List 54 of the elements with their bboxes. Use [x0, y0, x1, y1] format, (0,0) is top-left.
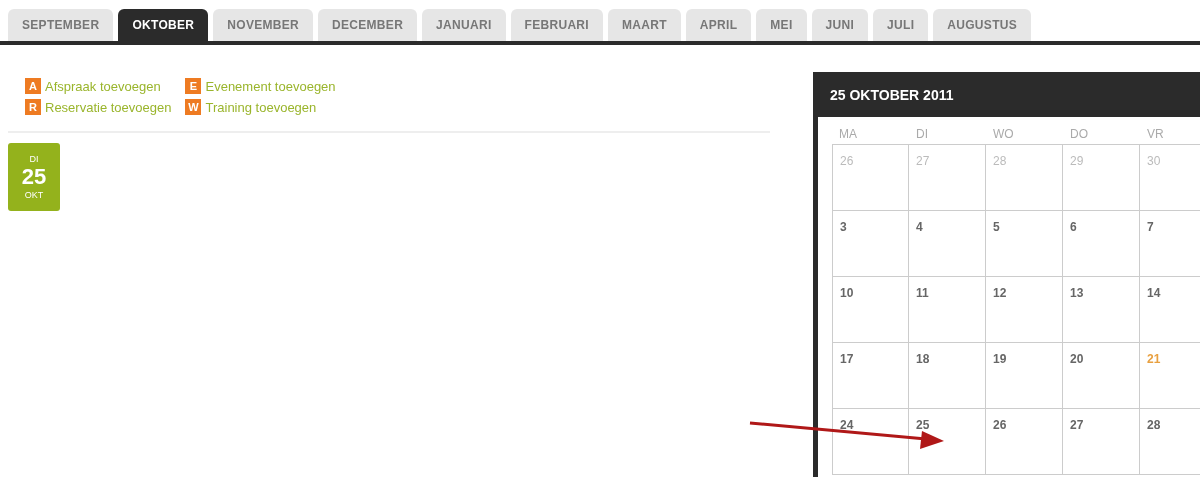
calendar-day[interactable]: 30	[1147, 154, 1161, 168]
calendar-day[interactable]: 20	[1070, 352, 1084, 366]
calendar-day[interactable]: 28	[993, 154, 1007, 168]
action-key-icon: W	[185, 99, 202, 115]
weekday-header: WO	[993, 127, 1014, 141]
action-key-icon: R	[25, 99, 41, 115]
calendar-day[interactable]: 27	[1070, 418, 1084, 432]
month-tab[interactable]: FEBRUARI	[510, 9, 603, 41]
calendar-day[interactable]: 29	[1070, 154, 1084, 168]
calendar-day[interactable]: 12	[993, 286, 1007, 300]
month-tab[interactable]: MAART	[607, 9, 681, 41]
calendar-day[interactable]: 14	[1147, 286, 1161, 300]
month-tab[interactable]: MEI	[756, 9, 807, 41]
calendar-day[interactable]: 11	[916, 286, 929, 300]
calendar-day[interactable]: 4	[916, 220, 923, 234]
month-tab[interactable]: OKTOBER	[118, 9, 209, 41]
calendar-day[interactable]: 5	[993, 220, 1000, 234]
calendar-day[interactable]: 26	[993, 418, 1007, 432]
calendar-day[interactable]: 28	[1147, 418, 1161, 432]
calendar-day[interactable]: 10	[840, 286, 854, 300]
month-tab[interactable]: JULI	[873, 9, 929, 41]
calendar-day[interactable]: 25	[916, 418, 930, 432]
action-link[interactable]: Reservatie toevoegen	[45, 99, 172, 115]
calendar-title: 25 OKTOBER 2011	[830, 86, 954, 103]
calendar-day[interactable]: 3	[840, 220, 847, 234]
calendar-day[interactable]: 21	[1147, 352, 1161, 366]
action-key-icon: E	[185, 78, 202, 94]
month-tab[interactable]: SEPTEMBER	[8, 9, 114, 41]
action-link[interactable]: Evenement toevoegen	[205, 78, 336, 94]
weekday-header: VR	[1147, 127, 1164, 141]
calendar-day[interactable]: 7	[1147, 220, 1154, 234]
month-label: OKT	[24, 190, 44, 200]
month-tab[interactable]: JANUARI	[422, 9, 506, 41]
month-tab[interactable]: NOVEMBER	[213, 9, 314, 41]
month-tab[interactable]: DECEMBER	[318, 9, 418, 41]
weekday-header: DO	[1070, 127, 1088, 141]
calendar-day[interactable]: 18	[916, 352, 930, 366]
calendar-day[interactable]: 17	[840, 352, 854, 366]
weekday-label: DI	[29, 154, 39, 164]
calendar-day[interactable]: 26	[840, 154, 854, 168]
month-tab[interactable]: JUNI	[811, 9, 869, 41]
calendar-day[interactable]: 13	[1070, 286, 1084, 300]
month-tab[interactable]: AUGUSTUS	[933, 9, 1032, 41]
calendar-day[interactable]: 6	[1070, 220, 1077, 234]
month-tab[interactable]: APRIL	[685, 9, 752, 41]
action-key-icon: A	[25, 78, 41, 94]
action-link[interactable]: Afspraak toevoegen	[45, 78, 161, 94]
weekday-header: DI	[916, 127, 928, 141]
calendar-day[interactable]: 27	[916, 154, 930, 168]
action-link[interactable]: Training toevoegen	[205, 99, 317, 115]
calendar-day[interactable]: 24	[840, 418, 854, 432]
day-number: 25	[21, 166, 47, 188]
calendar-day[interactable]: 19	[993, 352, 1007, 366]
weekday-header: MA	[839, 127, 857, 141]
